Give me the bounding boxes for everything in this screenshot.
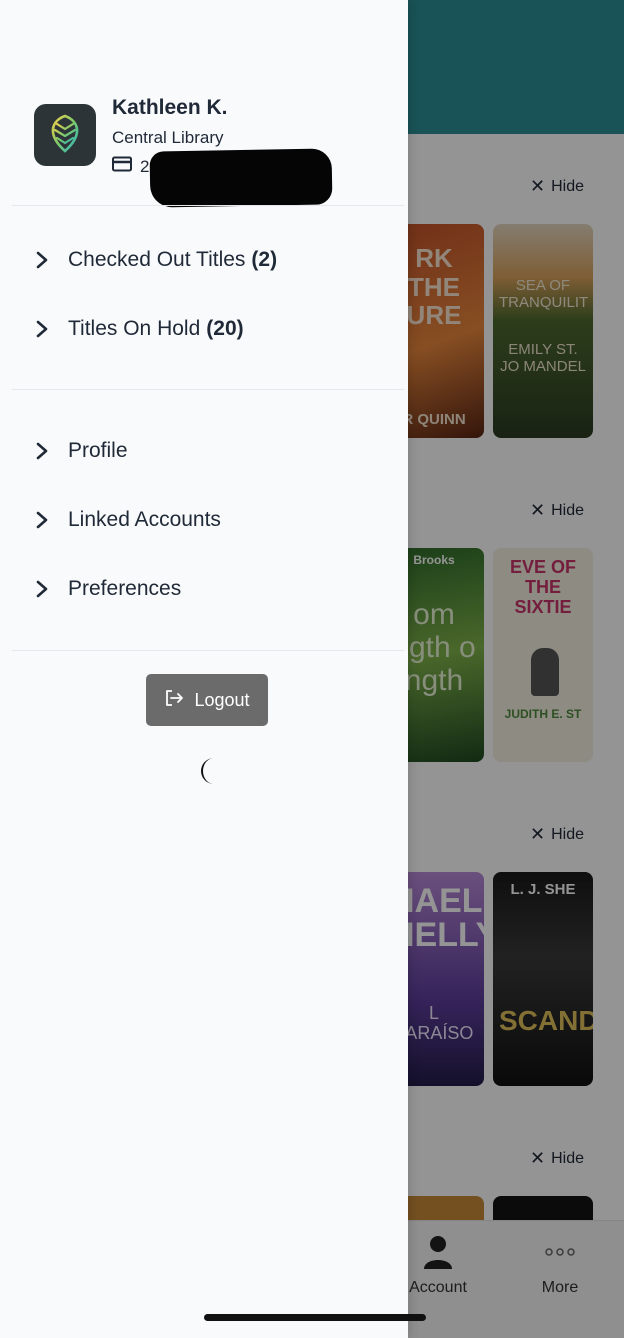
account-drawer: Kathleen K. Central Library 21 Checked O… <box>0 0 408 1338</box>
nav-preferences[interactable]: Preferences <box>34 567 394 611</box>
chevron-right-icon <box>34 250 50 270</box>
logout-icon <box>164 689 184 712</box>
divider <box>12 205 404 206</box>
dark-mode-toggle[interactable] <box>192 754 226 792</box>
home-indicator <box>204 1314 426 1321</box>
divider <box>12 650 404 651</box>
logout-button[interactable]: Logout <box>146 674 268 726</box>
library-card-icon <box>112 156 132 177</box>
chevron-right-icon <box>34 510 50 530</box>
divider <box>12 389 404 390</box>
nav-profile[interactable]: Profile <box>34 429 394 473</box>
redaction-mark <box>149 148 333 208</box>
moon-icon <box>197 756 221 791</box>
leaf-logo-icon <box>34 104 96 166</box>
nav-titles-on-hold[interactable]: Titles On Hold (20) <box>34 307 394 351</box>
nav-linked-accounts[interactable]: Linked Accounts <box>34 498 394 542</box>
checked-out-count: (2) <box>251 248 278 271</box>
nav-checked-out-titles[interactable]: Checked Out Titles (2) <box>34 238 394 282</box>
holds-count: (20) <box>206 317 244 340</box>
chevron-right-icon <box>34 579 50 599</box>
user-name: Kathleen K. <box>112 96 228 119</box>
chevron-right-icon <box>34 319 50 339</box>
library-name: Central Library <box>112 128 224 147</box>
chevron-right-icon <box>34 441 50 461</box>
